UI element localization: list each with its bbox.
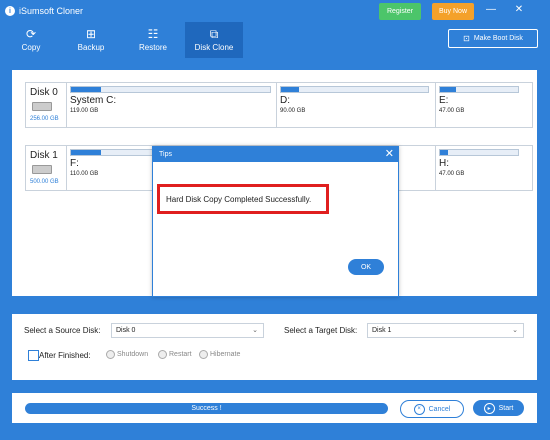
start-label: Start bbox=[498, 404, 514, 412]
partition[interactable]: E: 47.00 GB bbox=[435, 83, 522, 127]
cancel-button[interactable]: × Cancel bbox=[400, 400, 464, 418]
cancel-label: Cancel bbox=[428, 405, 451, 413]
after-finished-label: After Finished: bbox=[39, 351, 91, 360]
progress-status: Success ! bbox=[191, 405, 222, 412]
partition-usage-fill bbox=[440, 150, 448, 155]
target-disk-label: Select a Target Disk: bbox=[284, 326, 358, 335]
restart-radio[interactable]: Restart bbox=[158, 350, 192, 359]
tab-backup[interactable]: ⊞ Backup bbox=[68, 22, 114, 58]
radio-icon bbox=[106, 350, 115, 359]
target-disk-value: Disk 1 bbox=[372, 327, 392, 334]
partition-usage-fill bbox=[440, 87, 456, 92]
source-disk-label: Select a Source Disk: bbox=[24, 326, 101, 335]
dialog-message-text: Hard Disk Copy Completed Successfully. bbox=[166, 194, 312, 204]
hibernate-radio[interactable]: Hibernate bbox=[199, 350, 240, 359]
disk-size: 256.00 GB bbox=[30, 116, 59, 122]
boot-disk-icon: ⊡ bbox=[463, 34, 470, 43]
disk-clone-icon: ⧉ bbox=[209, 27, 219, 41]
cancel-icon: × bbox=[413, 403, 425, 415]
hard-disk-icon bbox=[32, 102, 52, 111]
play-icon: ▸ bbox=[483, 402, 495, 414]
radio-icon bbox=[158, 350, 167, 359]
start-button[interactable]: ▸ Start bbox=[473, 400, 524, 416]
tab-copy[interactable]: ⟳ Copy bbox=[8, 22, 54, 58]
partition-usage-bar bbox=[439, 149, 519, 156]
partition-label: H: bbox=[439, 158, 449, 169]
after-finished-checkbox[interactable] bbox=[28, 350, 39, 361]
disk-name: Disk 1 bbox=[30, 150, 58, 161]
progress-panel: Success ! × Cancel ▸ Start bbox=[12, 393, 537, 423]
restart-label: Restart bbox=[169, 351, 192, 358]
make-boot-disk-button[interactable]: ⊡ Make Boot Disk bbox=[448, 29, 538, 48]
progress-bar: Success ! bbox=[25, 403, 388, 414]
partition-size: 47.00 GB bbox=[439, 108, 465, 114]
partition-usage-fill bbox=[71, 150, 101, 155]
tips-dialog: Tips ✕ Hard Disk Copy Completed Successf… bbox=[152, 146, 399, 297]
chevron-down-icon: ⌄ bbox=[252, 327, 258, 334]
partition-size: 119.00 GB bbox=[70, 108, 99, 114]
partition-usage-bar bbox=[70, 86, 271, 93]
tab-label: Backup bbox=[77, 43, 105, 52]
partition-size: 90.00 GB bbox=[280, 108, 306, 114]
app-title: iSumsoft Cloner bbox=[19, 6, 84, 16]
ok-button[interactable]: OK bbox=[348, 259, 384, 275]
shutdown-label: Shutdown bbox=[117, 351, 149, 358]
disk-size: 500.00 GB bbox=[30, 179, 59, 185]
partition-usage-fill bbox=[281, 87, 299, 92]
buy-now-button[interactable]: Buy Now bbox=[432, 3, 474, 20]
close-icon[interactable]: ✕ bbox=[385, 148, 394, 160]
partition-usage-bar bbox=[280, 86, 429, 93]
partition-usage-fill bbox=[71, 87, 101, 92]
disk-row[interactable]: Disk 0 256.00 GB System C: 119.00 GB D: … bbox=[25, 82, 533, 128]
tab-restore[interactable]: ☷ Restore bbox=[130, 22, 176, 58]
app-logo-icon: i bbox=[5, 6, 15, 16]
register-button[interactable]: Register bbox=[379, 3, 421, 20]
partition-label: D: bbox=[280, 95, 290, 106]
tab-label: Copy bbox=[21, 43, 41, 52]
partition-usage-bar bbox=[439, 86, 519, 93]
hard-disk-icon bbox=[32, 165, 52, 174]
dialog-title-bar: Tips ✕ bbox=[153, 147, 398, 162]
partition-label: F: bbox=[70, 158, 79, 169]
make-boot-disk-label: Make Boot Disk bbox=[473, 35, 523, 42]
tab-disk-clone[interactable]: ⧉ Disk Clone bbox=[185, 22, 243, 58]
partition[interactable]: D: 90.00 GB bbox=[276, 83, 432, 127]
tab-label: Disk Clone bbox=[194, 43, 234, 52]
hibernate-label: Hibernate bbox=[210, 351, 241, 358]
source-disk-value: Disk 0 bbox=[116, 327, 136, 334]
partition[interactable]: H: 47.00 GB bbox=[435, 146, 522, 190]
dialog-title: Tips bbox=[159, 151, 172, 158]
tab-label: Restore bbox=[138, 43, 167, 52]
clone-options-panel: Select a Source Disk: Disk 0 ⌄ Select a … bbox=[12, 314, 537, 380]
partition-label: E: bbox=[439, 95, 449, 106]
close-icon[interactable]: ✕ bbox=[512, 4, 526, 15]
copy-icon: ⟳ bbox=[25, 27, 37, 41]
partition-label: System C: bbox=[70, 95, 117, 106]
target-disk-select[interactable]: Disk 1 ⌄ bbox=[367, 323, 524, 338]
chevron-down-icon: ⌄ bbox=[512, 327, 518, 334]
minimize-icon[interactable]: — bbox=[484, 4, 498, 15]
backup-icon: ⊞ bbox=[85, 27, 97, 41]
radio-icon bbox=[199, 350, 208, 359]
restore-icon: ☷ bbox=[147, 27, 159, 41]
shutdown-radio[interactable]: Shutdown bbox=[106, 350, 148, 359]
partition[interactable]: System C: 119.00 GB bbox=[66, 83, 274, 127]
partition-size: 47.00 GB bbox=[439, 171, 465, 177]
dialog-message: Hard Disk Copy Completed Successfully. bbox=[157, 184, 329, 214]
partition-size: 110.00 GB bbox=[70, 171, 99, 177]
source-disk-select[interactable]: Disk 0 ⌄ bbox=[111, 323, 264, 338]
disk-name: Disk 0 bbox=[30, 87, 58, 98]
